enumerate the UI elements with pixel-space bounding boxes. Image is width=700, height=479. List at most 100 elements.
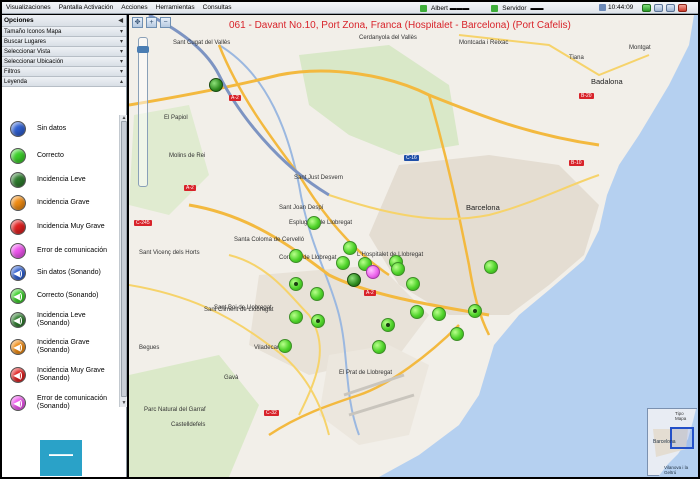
collapse-panel-icon[interactable]: ◀: [118, 17, 123, 24]
label-cornella: Cornellà de Llobregat: [279, 255, 337, 261]
connection-icon[interactable]: [642, 4, 651, 12]
map-marker-correct[interactable]: [484, 260, 498, 274]
speaker-status-icon: ◀): [10, 367, 26, 383]
road-sign-c16: C-16: [404, 155, 419, 161]
map-marker-correct[interactable]: [391, 262, 405, 276]
minimap-city-label: Barcelona: [653, 439, 676, 445]
label-sant-just: Sant Just Desvern: [294, 175, 344, 181]
scroll-thumb[interactable]: [121, 121, 127, 397]
map-marker-correct[interactable]: [372, 340, 386, 354]
map-marker-correct[interactable]: [289, 310, 303, 324]
user-icon: [420, 4, 427, 12]
section-icon-size[interactable]: Tamaño Iconos Mapa ▾: [2, 27, 126, 37]
section-search-places[interactable]: Buscar Lugares ▾: [2, 37, 126, 47]
overview-minimap[interactable]: Tipo Mapa Barcelona Vilanova i la Geltrú: [647, 408, 698, 477]
status-dot-icon: [10, 148, 26, 164]
legend-scrollbar[interactable]: ▲ ▼: [119, 115, 127, 407]
legend-item: Sin datos: [10, 121, 66, 137]
speaker-status-icon: ◀): [10, 312, 26, 328]
legend-label: Incidencia Grave (Sonando): [37, 339, 90, 354]
zoom-out-tool-icon[interactable]: −: [160, 17, 171, 28]
map-marker-correct[interactable]: [278, 339, 292, 353]
label-molins: Molins de Rei: [169, 153, 206, 159]
legend-item: ◀) Incidencia Grave (Sonando): [10, 339, 90, 355]
map-marker-correct-sounding[interactable]: [468, 304, 482, 318]
road-sign-b20: B-20: [579, 93, 594, 99]
chevron-up-icon: ▴: [119, 79, 123, 85]
label-sant-cugat: Sant Cugat del Vallès: [173, 40, 231, 46]
map-marker-correct[interactable]: [336, 256, 350, 270]
speaker-status-icon: ◀): [10, 339, 26, 355]
menu-consultas[interactable]: Consultas: [199, 4, 236, 11]
map-marker-correct[interactable]: [307, 216, 321, 230]
section-filters[interactable]: Filtros ▾: [2, 67, 126, 77]
label-montcada: Montcada i Reixac: [459, 40, 509, 46]
legend-item: ◀) Incidencia Muy Grave (Sonando): [10, 367, 105, 383]
label-barcelona: Barcelona: [466, 203, 500, 212]
road-sign-a2: A-2: [184, 185, 196, 191]
map-marker-correct[interactable]: [289, 249, 303, 263]
menu-visualizaciones[interactable]: Visualizaciones: [2, 4, 55, 11]
legend-label: Correcto: [37, 152, 64, 159]
label-castelldefels: Castelldefels: [171, 422, 206, 428]
speaker-status-icon: ◀): [10, 265, 26, 281]
map-marker-correct[interactable]: [343, 241, 357, 255]
legend-item: Correcto: [10, 148, 64, 164]
pan-tool-icon[interactable]: ✥: [132, 17, 143, 28]
section-legend[interactable]: Leyenda ▴: [2, 77, 126, 87]
status-dot-icon: [10, 243, 26, 259]
menu-pantalla-activacion[interactable]: Pantalla Activación: [55, 4, 118, 11]
map-marker-correct[interactable]: [450, 327, 464, 341]
label-begues: Begues: [139, 345, 160, 351]
section-label: Filtros: [4, 68, 21, 75]
label-sant-joan: Sant Joan Despí: [279, 205, 324, 211]
map-marker-correct[interactable]: [310, 287, 324, 301]
legend-item: Incidencia Grave: [10, 195, 90, 211]
map-marker-correct-sounding[interactable]: [347, 273, 361, 287]
legend-label: Error de comunicación (Sonando): [37, 395, 108, 410]
chevron-down-icon: ▾: [119, 39, 123, 45]
park-area: [299, 45, 459, 155]
legend-label: Correcto (Sonando): [37, 292, 99, 299]
map-marker-correct[interactable]: [432, 307, 446, 321]
map-marker-correct-sounding[interactable]: [381, 318, 395, 332]
legend-item: Incidencia Muy Grave: [10, 219, 105, 235]
section-select-view[interactable]: Seleccionar Vista ▾: [2, 47, 126, 57]
legend-item: Error de comunicación: [10, 243, 107, 259]
legend-label: Error de comunicación: [37, 247, 108, 254]
close-button[interactable]: [678, 4, 687, 12]
map-marker-correct[interactable]: [406, 277, 420, 291]
map-marker-correct-sounding[interactable]: [209, 78, 223, 92]
map-marker-correct[interactable]: [410, 305, 424, 319]
user-name: Albert ▬▬▬: [431, 4, 470, 12]
menu-herramientas[interactable]: Herramientas: [152, 4, 199, 11]
label-cerdanyola: Cerdanyola del Vallès: [359, 35, 417, 41]
label-gava: Gavà: [224, 375, 239, 381]
status-dot-icon: [10, 121, 26, 137]
section-label: Leyenda: [4, 78, 28, 85]
speaker-status-icon: ◀): [10, 288, 26, 304]
minimize-button[interactable]: [654, 4, 663, 12]
map-marker-correct-sounding[interactable]: [311, 314, 325, 328]
chevron-down-icon: ▾: [119, 49, 123, 55]
zoom-slider-thumb[interactable]: [137, 46, 149, 53]
legend-label: Incidencia Leve: [37, 176, 86, 183]
road-sign-a2: A-2: [229, 95, 241, 101]
scroll-down-icon[interactable]: ▼: [120, 400, 128, 406]
minimap-town-label: Vilanova i la Geltrú: [664, 465, 689, 475]
map-marker-comm-error[interactable]: [366, 265, 380, 279]
section-select-location[interactable]: Seleccionar Ubicación ▾: [2, 57, 126, 67]
road-sign-b10: B-10: [569, 160, 584, 166]
map-view[interactable]: 061 - Davant No.10, Port Zona, Franca (H…: [129, 15, 698, 477]
company-logo: ▬▬▬▬: [40, 440, 82, 476]
road-sign-c32: C-32: [264, 410, 279, 416]
options-header[interactable]: Opciones ◀: [2, 15, 126, 27]
map-marker-correct-sounding[interactable]: [289, 277, 303, 291]
label-el-prat: El Prat de Llobregat: [339, 370, 393, 376]
menu-acciones[interactable]: Acciones: [117, 4, 151, 11]
zoom-slider[interactable]: [137, 37, 149, 187]
status-area: Albert ▬▬▬ Servidor ▬▬: [420, 2, 544, 14]
minimap-viewport[interactable]: [670, 427, 694, 449]
zoom-in-tool-icon[interactable]: +: [146, 17, 157, 28]
maximize-button[interactable]: [666, 4, 675, 12]
